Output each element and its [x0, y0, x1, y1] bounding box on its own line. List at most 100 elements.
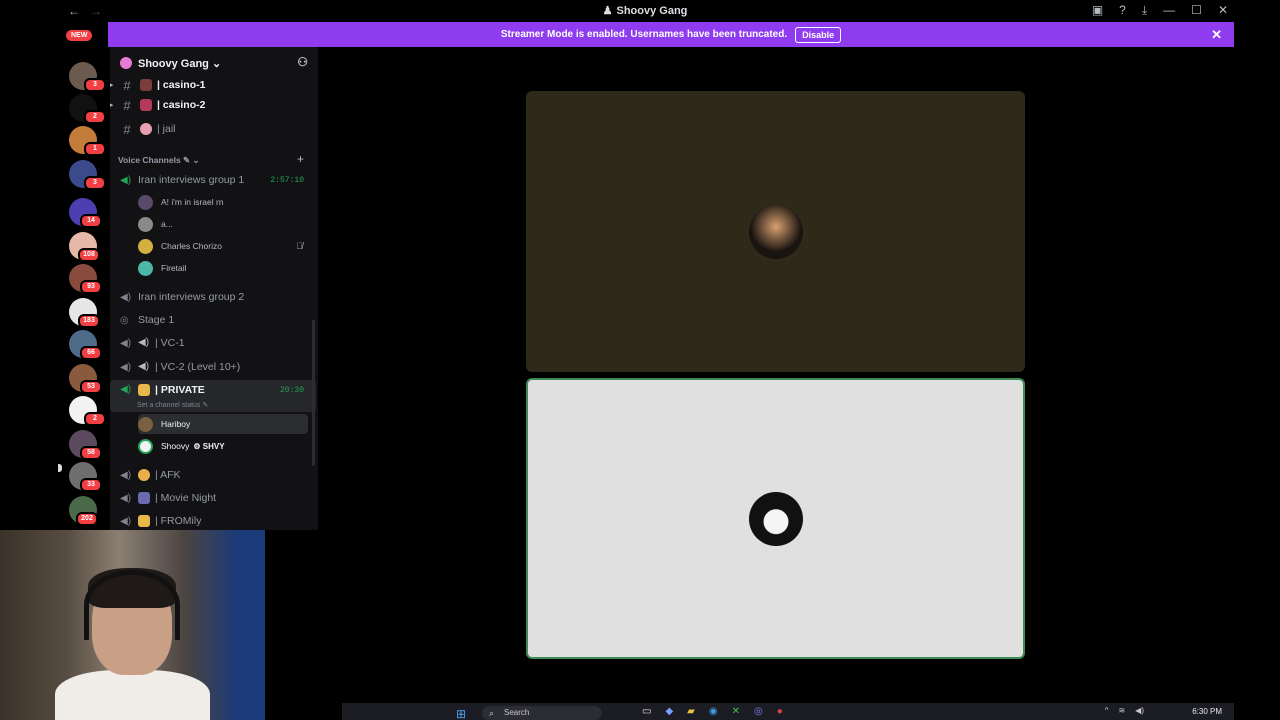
edge-icon[interactable]: ◉: [709, 706, 718, 717]
stage-icon: ◎: [120, 314, 129, 326]
avatar: [138, 438, 153, 454]
title-bar: ← → ♟ Shoovy Gang ▣ ? ⤓ — ☐ ✕: [56, 0, 1234, 22]
speaker-icon: ◀): [120, 515, 132, 527]
voice-category[interactable]: Voice Channels ✎ ⌄: [118, 155, 200, 166]
add-channel-icon[interactable]: +: [297, 152, 304, 166]
channel-casino-1[interactable]: ▶ # | casino-1: [110, 75, 316, 95]
voice-channel-iran-2[interactable]: ◀) Iran interviews group 2: [110, 287, 316, 307]
voice-user[interactable]: Firetail: [138, 258, 187, 278]
disable-button[interactable]: Disable: [795, 26, 842, 43]
chevron-right-icon: ▶: [110, 82, 114, 89]
folder-icon[interactable]: ▰: [687, 706, 695, 717]
mention-badge: 183: [78, 314, 100, 328]
video-tile-participant[interactable]: [526, 91, 1025, 372]
taskbar-search[interactable]: ⌕ Search: [482, 706, 602, 720]
lock-icon: [138, 384, 150, 396]
speaker-icon: ◀): [120, 291, 132, 303]
voice-channel-iran-1[interactable]: ◀) Iran interviews group 1 2:57:10: [110, 170, 316, 190]
desktop: ← → ♟ Shoovy Gang ▣ ? ⤓ — ☐ ✕ Streamer Mo…: [0, 0, 1280, 720]
avatar: [138, 194, 153, 210]
hash-icon: #: [123, 77, 131, 93]
voice-user-hovered[interactable]: Hariboy: [138, 414, 308, 434]
channel-status-input[interactable]: Set a channel status ✎: [137, 401, 208, 409]
server-rail: NEW 3 2 1 3 14 108 93 183 66 53 2 58 33 …: [56, 22, 108, 530]
chevron-right-icon: ▶: [110, 102, 114, 109]
mention-badge: 53: [80, 380, 102, 394]
server-icon: ♟: [602, 5, 613, 17]
app-icon[interactable]: ▭: [642, 706, 651, 717]
sidebar-scrollbar[interactable]: [312, 320, 315, 466]
close-icon[interactable]: ✕: [1211, 27, 1222, 43]
speaker-emoji-icon: ◀): [138, 361, 150, 372]
speaker-icon: ◀): [120, 361, 132, 373]
headphones-icon: [84, 570, 180, 640]
mention-badge: 3: [84, 78, 106, 92]
taskbar: ⊞ ⌕ Search ▭ ◆ ▰ ◉ ✕ ◎ ● ^ ≋ ◀) 6:30 PM: [342, 703, 1234, 720]
download-icon[interactable]: ⤓: [1142, 3, 1147, 18]
app-icon[interactable]: ◆: [665, 706, 673, 717]
cherry-icon: [140, 99, 152, 111]
discord-icon[interactable]: ◎: [754, 706, 763, 717]
voice-user[interactable]: Charles Chorizo 🎙̸: [138, 236, 303, 256]
minimize-button[interactable]: —: [1163, 3, 1175, 18]
app-icon[interactable]: ●: [777, 706, 783, 717]
network-icon[interactable]: ≋: [1118, 706, 1125, 715]
voice-channel-movie-night[interactable]: ◀) | Movie Night: [110, 488, 316, 508]
voice-channel-afk[interactable]: ◀) | AFK: [110, 465, 316, 485]
jail-emoji-icon: [140, 123, 152, 135]
stage-channel[interactable]: ◎ Stage 1: [110, 310, 316, 330]
sleep-emoji-icon: [138, 469, 150, 481]
speaker-icon: ◀): [120, 384, 132, 395]
streamer-mode-banner: Streamer Mode is enabled. Usernames have…: [108, 22, 1234, 47]
mention-badge: 108: [78, 248, 100, 262]
speaker-icon: ◀): [120, 174, 132, 186]
help-icon[interactable]: ?: [1119, 3, 1126, 18]
xbox-icon[interactable]: ✕: [732, 706, 740, 717]
film-icon: [138, 492, 150, 504]
webcam-overlay: [0, 530, 265, 720]
voice-channel-vc-2[interactable]: ◀) ◀) | VC-2 (Level 10+): [110, 357, 316, 377]
mention-badge: 33: [80, 478, 102, 492]
mention-badge: 1: [84, 142, 106, 156]
new-badge: NEW: [66, 30, 93, 41]
call-timer: 20:30: [279, 386, 304, 395]
mention-badge: 58: [80, 446, 102, 460]
add-member-icon[interactable]: ⚇: [297, 55, 308, 69]
clock[interactable]: 6:30 PM: [1192, 707, 1222, 716]
voice-user[interactable]: Shoovy ⚙ SHVY: [138, 436, 225, 456]
guild-icon: [120, 57, 132, 69]
channel-jail[interactable]: # | jail: [110, 119, 316, 139]
chevron-up-icon[interactable]: ^: [1105, 706, 1109, 715]
voice-channel-vc-1[interactable]: ◀) ◀) | VC-1: [110, 333, 316, 353]
mention-badge: 202: [76, 512, 98, 526]
hash-icon: #: [123, 121, 131, 137]
voice-user[interactable]: a...: [138, 214, 173, 234]
volume-icon[interactable]: ◀): [1135, 706, 1144, 715]
mention-badge: 2: [84, 110, 106, 124]
mic-muted-icon: 🎙̸: [296, 241, 303, 251]
mention-badge: 93: [80, 280, 102, 294]
voice-channel-fromily[interactable]: ◀) | FROMily: [110, 511, 316, 530]
mention-badge: 66: [80, 346, 102, 360]
mention-badge: 2: [84, 412, 106, 426]
bell-icon: [138, 515, 150, 527]
active-server-pip: [58, 464, 62, 472]
windows-start-icon[interactable]: ⊞: [456, 707, 466, 720]
maximize-button[interactable]: ☐: [1191, 3, 1202, 18]
guild-name: Shoovy Gang ⌄: [138, 57, 222, 70]
mention-badge: 14: [80, 214, 102, 228]
banner-text: Streamer Mode is enabled. Usernames have…: [500, 29, 788, 40]
channel-emoji-icon: [140, 79, 152, 91]
window-title: ♟ Shoovy Gang: [602, 5, 688, 17]
channel-casino-2[interactable]: ▶ # | casino-2: [110, 95, 316, 115]
webcam-shirt: [55, 670, 210, 720]
voice-user[interactable]: A! i'm in israel rn: [138, 192, 224, 212]
mention-badge: 3: [84, 176, 106, 190]
system-tray: ^ ≋ ◀): [1105, 706, 1144, 715]
speaker-icon: ◀): [120, 469, 132, 481]
participant-avatar: [748, 204, 803, 259]
avatar: [138, 216, 153, 232]
video-tile-speaking[interactable]: [526, 378, 1025, 659]
inbox-icon[interactable]: ▣: [1092, 3, 1103, 18]
close-button[interactable]: ✕: [1218, 3, 1228, 18]
